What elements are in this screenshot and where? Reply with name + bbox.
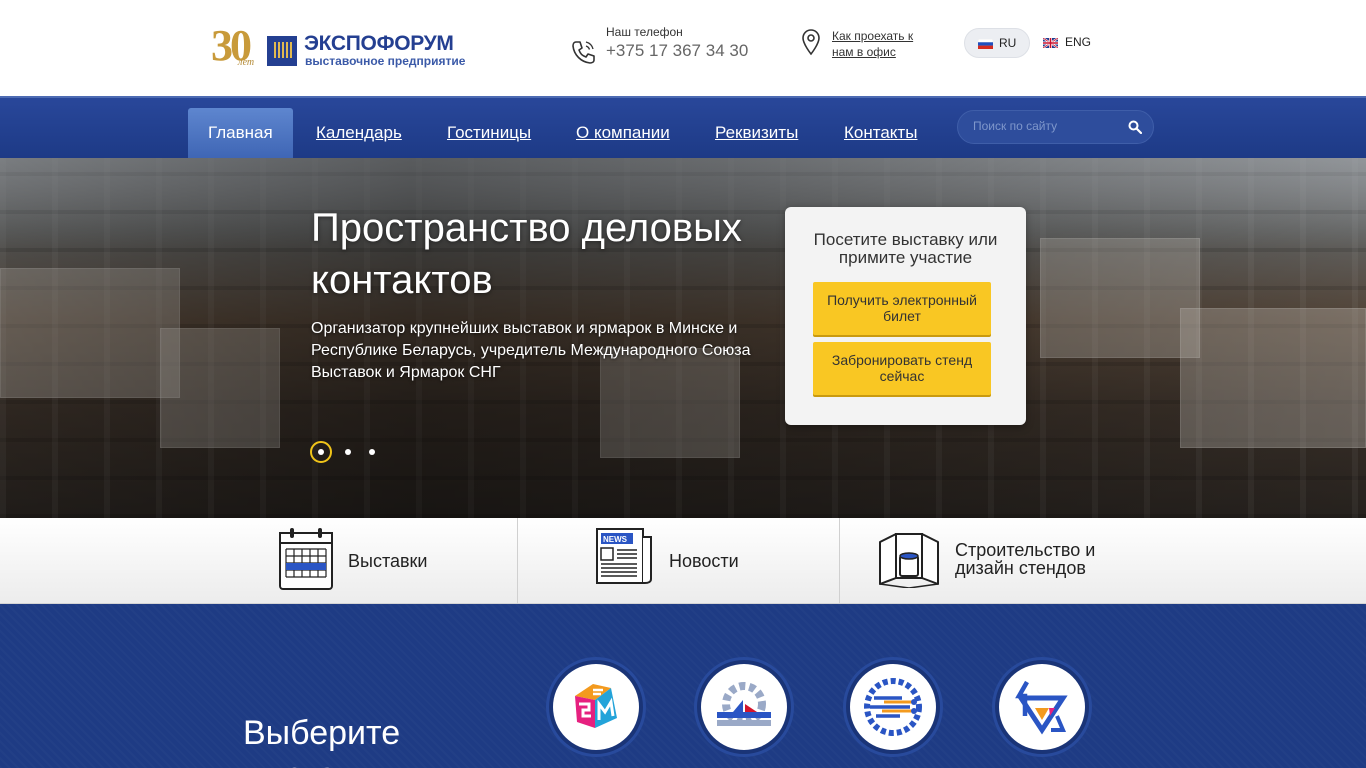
expo-badge-4[interactable] [992,657,1092,757]
nav-item-home[interactable]: Главная [188,108,293,158]
feature-bar: Выставки NEWS Новости Строительство и ди… [0,518,1366,604]
feature-news[interactable]: NEWS Новости [518,518,839,604]
svg-text:NEWS: NEWS [603,535,628,544]
search-icon[interactable] [1128,120,1142,134]
expoforum-logo[interactable]: 30 лет ЭКСПОФОРУМ выставочное предприяти… [211,24,481,74]
language-ru-button[interactable]: RU [964,28,1030,58]
tech-circuit-logo-icon [864,678,922,736]
expo-badge-3[interactable] [843,657,943,757]
site-header: 30 лет ЭКСПОФОРУМ выставочное предприяти… [0,0,1366,96]
slider-dot-2[interactable] [345,449,351,455]
phone-label: Наш телефон [606,25,683,39]
site-search [957,110,1154,144]
stand-booth-icon [879,533,939,588]
logo-emblem-icon [267,36,297,66]
book-stand-button[interactable]: Забронировать стенд сейчас [813,342,991,395]
get-ticket-button[interactable]: Получить электронный билет [813,282,991,335]
nav-item-contacts[interactable]: Контакты [824,108,937,158]
hero-slider: Пространство деловых контактов Организат… [0,158,1366,518]
nav-item-requisites[interactable]: Реквизиты [695,108,818,158]
nav-item-about[interactable]: О компании [556,108,690,158]
directions-link[interactable]: Как проехать к нам в офис [832,28,928,60]
feature-stand-design[interactable]: Строительство и дизайн стендов [840,518,1140,604]
language-en-button[interactable]: ENG [1037,28,1103,58]
location-pin-icon [802,29,820,56]
hero-title: Пространство деловых контактов [311,206,742,302]
expo-badge-2[interactable] [694,657,794,757]
main-navigation: Главная Календарь Гостиницы О компании Р… [0,96,1366,158]
feature-exhibitions[interactable]: Выставки [260,518,517,604]
logo-name: ЭКСПОФОРУМ [304,32,454,55]
cta-card: Посетите выставку или примите участие По… [785,207,1026,425]
logo-subtitle: выставочное предприятие [305,54,466,68]
language-ru-label: RU [999,36,1017,50]
uk-flag-icon [1043,38,1058,48]
newspaper-icon: NEWS [596,528,652,584]
calendar-icon [279,528,333,590]
exhibitions-section: Выберите выставку [0,604,1366,768]
nav-item-hotels[interactable]: Гостиницы [427,108,551,158]
feature-news-label: Новости [669,551,739,571]
russia-flag-icon [978,39,993,49]
feature-stand-design-label: Строительство и дизайн стендов [955,540,1096,578]
gem-logo-icon [575,684,617,728]
choose-exhibition-title: Выберите выставку [243,714,401,768]
phone-number[interactable]: +375 17 367 34 30 [606,41,748,61]
phone-icon [572,41,595,64]
language-en-label: ENG [1065,35,1092,49]
feature-exhibitions-label: Выставки [348,551,428,571]
arrows-triangle-logo-icon [1015,680,1068,735]
expo-badge-1[interactable] [546,657,646,757]
slider-dot-3[interactable] [369,449,375,455]
hero-description: Организатор крупнейших выставок и ярмаро… [311,320,751,381]
logo-anniversary-word: лет [238,57,255,68]
gear-machine-logo-icon [717,682,771,726]
cta-title: Посетите выставку или примите участие [813,230,998,267]
slider-dot-1[interactable] [310,441,332,463]
nav-item-calendar[interactable]: Календарь [296,108,422,158]
search-input[interactable] [973,119,1123,133]
